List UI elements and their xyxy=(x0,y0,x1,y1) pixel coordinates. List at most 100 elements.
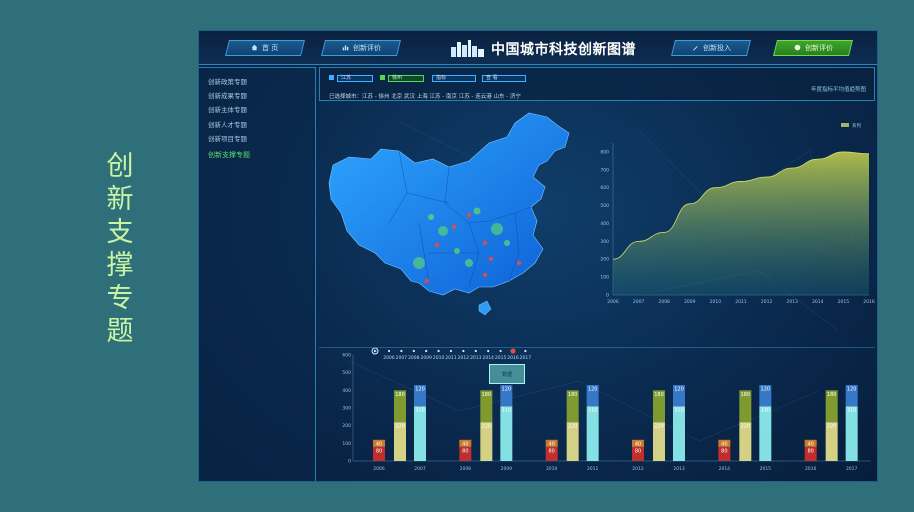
bar-value-label: 40 xyxy=(376,441,382,447)
bar-value-label: 220 xyxy=(827,424,837,430)
area-series-fill xyxy=(613,151,869,295)
sidebar-item-policy[interactable]: 创新政策专题 xyxy=(208,76,247,86)
selected-cities-list: 江苏 - 徐州 北京 武汉 上海 江苏 - 南京 江苏 - 连云港 山东 - 济… xyxy=(362,94,521,100)
bar-value-label: 220 xyxy=(482,424,492,430)
bar-xtick-label: 2015 xyxy=(760,466,772,472)
bar-value-label: 310 xyxy=(674,408,684,414)
bar-value-label: 80 xyxy=(635,448,641,454)
bar-ytick-label: 300 xyxy=(342,406,351,412)
area-xtick-label: 2015 xyxy=(838,299,850,305)
bar-segment[interactable] xyxy=(759,406,772,461)
area-chart-panel: 0 100 200 300 400 500 600 700 800 2006 2007 2008 200… xyxy=(595,121,875,311)
bar-value-label: 120 xyxy=(588,387,598,393)
nav-evaluation-button[interactable]: 创新评价 xyxy=(321,40,401,56)
nav-home-label: 首 页 xyxy=(262,44,279,52)
slide-title-char: 新 xyxy=(106,184,134,215)
bar-ytick-label: 0 xyxy=(348,459,351,465)
app-title: 中国城市科技创新图谱 xyxy=(491,42,636,58)
bar-value-label: 120 xyxy=(502,387,512,393)
sidebar-item-talent[interactable]: 创新人才专题 xyxy=(208,119,247,129)
nav-home-button[interactable]: 首 页 xyxy=(225,40,305,56)
area-legend-swatch xyxy=(841,123,849,127)
area-ytick-label: 800 xyxy=(600,149,609,155)
bar-xtick-label: 2007 xyxy=(414,466,426,472)
sidebar-item-support[interactable]: 创新支撑专题 xyxy=(208,150,250,160)
bar-ytick-label: 600 xyxy=(342,353,351,359)
indicator-select[interactable]: 指标 xyxy=(432,75,476,82)
china-map[interactable]: 2006 2007 2008 2009 2010 2011 2012 2013 2014 2015… xyxy=(319,103,591,365)
nav-investment-button[interactable]: 创新投入 xyxy=(671,40,751,56)
pen-icon xyxy=(692,46,698,51)
area-xtick-label: 2010 xyxy=(710,299,722,305)
bar-ytick-label: 500 xyxy=(342,370,351,376)
bar-ytick-label: 100 xyxy=(342,441,351,447)
area-xtick-label: 2011 xyxy=(735,299,747,305)
sidebar-item-entities[interactable]: 创新主体专题 xyxy=(208,104,247,114)
area-ytick-label: 400 xyxy=(600,221,609,227)
bar-value-label: 40 xyxy=(807,441,813,447)
bar-xtick-label: 2016 xyxy=(805,466,817,472)
nav-evaluation-active-label: 创新评价 xyxy=(804,44,833,52)
sidebar-item-results[interactable]: 创新成果专题 xyxy=(208,90,247,100)
slide-title-char: 题 xyxy=(106,316,134,347)
circle-icon xyxy=(794,44,800,51)
area-ytick-label: 100 xyxy=(600,275,609,281)
top-navigation-bar: 首 页 创新评价 中国城市科技创新图谱 创新投入 创新评价 xyxy=(199,31,877,65)
map-panel: 2006 2007 2008 2009 2010 2011 2012 2013 2014 2015… xyxy=(319,103,591,365)
bar-value-label: 310 xyxy=(415,408,425,414)
bar-xtick-label: 2009 xyxy=(501,466,513,472)
bar-xtick-label: 2012 xyxy=(632,466,644,472)
slide-title-char: 支 xyxy=(106,217,134,248)
bar-segment[interactable] xyxy=(586,406,599,461)
brand: 中国城市科技创新图谱 xyxy=(449,37,639,59)
area-legend-label: 系列 xyxy=(852,122,861,129)
bar-value-label: 80 xyxy=(548,448,554,454)
sidebar-item-projects[interactable]: 创新项目专题 xyxy=(208,133,247,143)
bar-value-label: 80 xyxy=(807,448,813,454)
bar-segment[interactable] xyxy=(845,406,858,461)
view-button[interactable]: 查 看 xyxy=(482,75,526,82)
bar-value-label: 40 xyxy=(462,441,468,447)
bar-xtick-label: 2010 xyxy=(546,466,558,472)
bar-value-label: 180 xyxy=(827,392,837,398)
bar-value-label: 220 xyxy=(568,424,578,430)
bar-value-label: 180 xyxy=(741,392,751,398)
bar-value-label: 310 xyxy=(502,408,512,414)
bar-value-label: 120 xyxy=(847,387,857,393)
area-ytick-label: 0 xyxy=(606,293,609,299)
chart-caption: 年度指标平均值趋势图 xyxy=(810,87,866,93)
area-xtick-label: 2016 xyxy=(863,299,875,305)
area-ytick-label: 200 xyxy=(600,257,609,263)
bar-segment[interactable] xyxy=(673,406,685,461)
area-chart: 0 100 200 300 400 500 600 700 800 2006 2007 2008 200… xyxy=(600,122,875,305)
bar-value-label: 310 xyxy=(847,408,857,414)
bar-value-label: 310 xyxy=(588,408,598,414)
area-xtick-label: 2012 xyxy=(761,299,773,305)
province-select[interactable]: 江苏 xyxy=(337,75,373,82)
bar-xtick-label: 2008 xyxy=(460,466,472,472)
filter-bar: 江苏 徐州 指标 查 看 已选择城市：江苏 - 徐州 北京 武汉 上海 江苏 -… xyxy=(319,67,875,101)
slide-title-char: 撑 xyxy=(106,250,134,281)
city-select[interactable]: 徐州 xyxy=(388,75,424,82)
bar-value-label: 220 xyxy=(395,424,405,430)
bar-xtick-label: 2014 xyxy=(719,466,731,472)
bar-value-label: 80 xyxy=(721,448,727,454)
bar-value-label: 120 xyxy=(415,387,425,393)
bar-value-label: 80 xyxy=(376,448,382,454)
nav-evaluation-active-button[interactable]: 创新评价 xyxy=(773,40,853,56)
bar-value-label: 180 xyxy=(654,392,664,398)
bar-segment[interactable] xyxy=(414,406,426,461)
area-xtick-label: 2007 xyxy=(633,299,645,305)
city-marker-icon xyxy=(380,75,385,80)
bar-value-label: 120 xyxy=(761,387,771,393)
area-xtick-label: 2008 xyxy=(658,299,670,305)
bar-value-label: 180 xyxy=(482,392,492,398)
selected-cities-label: 已选择城市： xyxy=(329,94,363,100)
home-icon xyxy=(252,44,258,51)
chart-tooltip: 数据 xyxy=(489,364,525,384)
area-xtick-label: 2006 xyxy=(607,299,619,305)
slide-title-char: 专 xyxy=(106,283,134,314)
bar-segment[interactable] xyxy=(500,406,513,461)
area-xtick-label: 2009 xyxy=(684,299,696,305)
bar-value-label: 40 xyxy=(635,441,641,447)
